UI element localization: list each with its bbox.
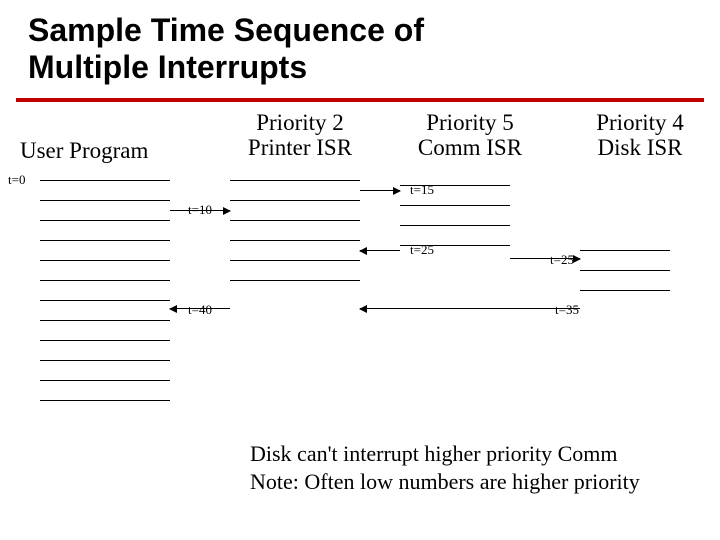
- arrow-printer-back-user: [170, 308, 230, 309]
- user-line: [40, 180, 170, 181]
- user-line: [40, 320, 170, 321]
- sequence-diagram: t=0t=15t=10t=25t=25t=35t=40: [0, 180, 720, 480]
- label-t25a: t=25: [410, 242, 434, 258]
- header-p2-l2: Printer ISR: [248, 135, 352, 160]
- footnote-l2: Note: Often low numbers are higher prior…: [250, 469, 640, 494]
- disk-line: [580, 290, 670, 291]
- comm-line: [400, 205, 510, 206]
- header-p5-l2: Comm ISR: [418, 135, 522, 160]
- user-line: [40, 240, 170, 241]
- title-rule: [16, 98, 704, 102]
- label-t40: t=40: [188, 302, 212, 318]
- label-t15: t=15: [410, 182, 434, 198]
- user-line: [40, 200, 170, 201]
- disk-line: [580, 270, 670, 271]
- printer-line: [230, 180, 360, 181]
- printer-line: [230, 240, 360, 241]
- user-line: [40, 300, 170, 301]
- user-line: [40, 220, 170, 221]
- user-line: [40, 380, 170, 381]
- printer-line: [230, 280, 360, 281]
- label-t0: t=0: [8, 172, 25, 188]
- arrow-user-to-printer: [170, 210, 230, 211]
- header-p4-l1: Priority 4: [596, 110, 684, 135]
- printer-line: [230, 260, 360, 261]
- printer-line: [230, 220, 360, 221]
- title-line2: Multiple Interrupts: [28, 49, 307, 85]
- user-line: [40, 360, 170, 361]
- label-t25b: t=25: [550, 252, 574, 268]
- footnote: Disk can't interrupt higher priority Com…: [250, 440, 640, 495]
- title-line1: Sample Time Sequence of: [28, 12, 424, 48]
- printer-line: [230, 200, 360, 201]
- header-priority2: Priority 2 Printer ISR: [230, 110, 370, 161]
- label-t35: t=35: [555, 302, 579, 318]
- user-line: [40, 260, 170, 261]
- user-line: [40, 340, 170, 341]
- footnote-l1: Disk can't interrupt higher priority Com…: [250, 441, 618, 466]
- arrow-comm-back-printer: [360, 250, 400, 251]
- header-priority4: Priority 4 Disk ISR: [570, 110, 710, 161]
- header-user-l1: User Program: [20, 138, 148, 163]
- header-p2-l1: Priority 2: [256, 110, 344, 135]
- header-p4-l2: Disk ISR: [598, 135, 683, 160]
- comm-line: [400, 225, 510, 226]
- header-user: User Program: [20, 138, 148, 163]
- user-line: [40, 280, 170, 281]
- arrow-disk-back: [360, 308, 580, 309]
- disk-line: [580, 250, 670, 251]
- arrow-comm-to-disk-blocked: [510, 258, 580, 259]
- arrow-printer-to-comm: [360, 190, 400, 191]
- header-priority5: Priority 5 Comm ISR: [400, 110, 540, 161]
- header-p5-l1: Priority 5: [426, 110, 514, 135]
- user-line: [40, 400, 170, 401]
